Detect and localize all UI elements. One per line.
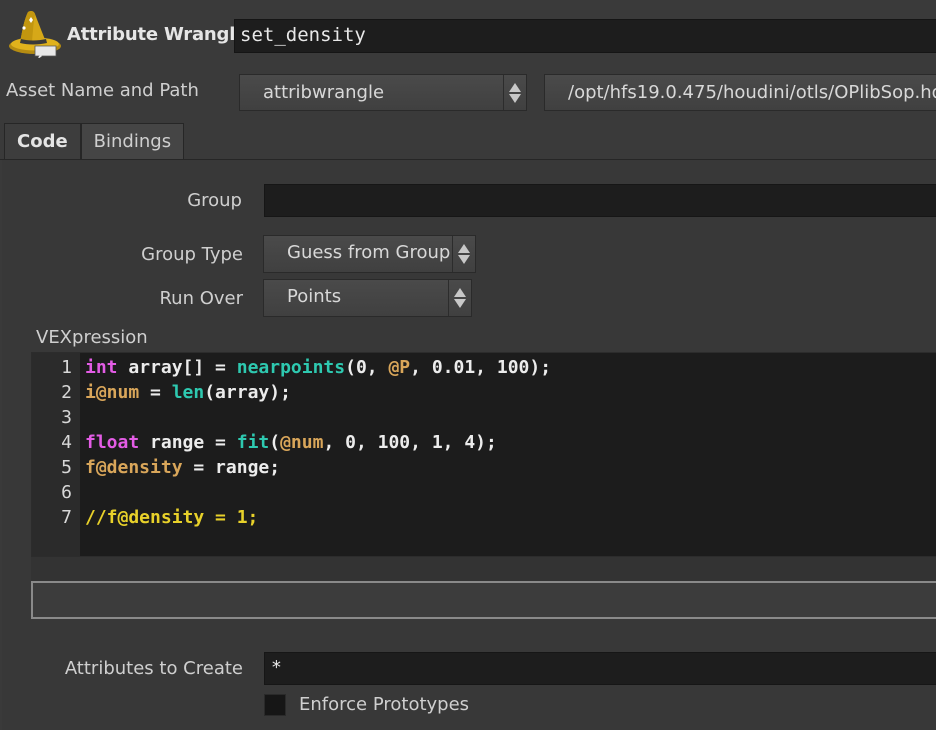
code-line[interactable]: 3 bbox=[32, 407, 932, 432]
code-token: , 0.01, 100); bbox=[410, 357, 552, 378]
up-down-arrows-icon[interactable] bbox=[503, 75, 526, 110]
group-type-value: Guess from Group bbox=[287, 242, 451, 263]
code-line[interactable]: 7 //f@density = 1; bbox=[32, 507, 932, 532]
group-label: Group bbox=[187, 190, 242, 211]
code-token: f@density bbox=[85, 457, 183, 478]
code-token: float bbox=[85, 432, 140, 453]
code-line[interactable]: 1 int array[] = nearpoints(0, @P, 0.01, 1… bbox=[32, 357, 932, 382]
node-type-label: Attribute Wrangle bbox=[67, 24, 248, 45]
code-token: = range; bbox=[182, 457, 281, 478]
code-token: = bbox=[139, 382, 172, 403]
code-token: @num bbox=[280, 432, 324, 453]
code-text: i@num = len(array); bbox=[85, 382, 291, 403]
parameter-editor: Attribute Wrangle set_density Asset Name… bbox=[0, 0, 936, 730]
code-token: //f@density = 1; bbox=[85, 507, 259, 528]
up-down-arrows-icon[interactable] bbox=[448, 280, 471, 316]
code-text: float range = fit(@num, 0, 100, 1, 4); bbox=[85, 432, 497, 453]
code-token: array[] = bbox=[117, 357, 237, 378]
code-token: , 0, 100, 1, 4); bbox=[323, 432, 497, 453]
code-line[interactable]: 2 i@num = len(array); bbox=[32, 382, 932, 407]
code-token: int bbox=[85, 357, 118, 378]
run-over-label: Run Over bbox=[159, 288, 243, 309]
line-number: 7 bbox=[61, 507, 72, 528]
enforce-prototypes-label: Enforce Prototypes bbox=[299, 694, 470, 715]
line-number: 2 bbox=[61, 382, 72, 403]
line-number: 3 bbox=[61, 407, 72, 428]
run-over-value: Points bbox=[287, 286, 342, 307]
code-editor-footer bbox=[31, 557, 936, 581]
code-token: len bbox=[171, 382, 205, 403]
tab-bar: Code Bindings bbox=[4, 123, 185, 159]
tab-bindings[interactable]: Bindings bbox=[80, 123, 185, 159]
node-header: Attribute Wrangle set_density bbox=[0, 0, 936, 70]
vex-code-editor[interactable]: 1 int array[] = nearpoints(0, @P, 0.01, 1… bbox=[31, 352, 936, 557]
code-search-field[interactable] bbox=[31, 581, 936, 619]
up-down-arrows-icon[interactable] bbox=[452, 236, 475, 272]
asset-name-path-label: Asset Name and Path bbox=[6, 80, 199, 101]
code-line[interactable]: 6 bbox=[32, 482, 932, 507]
code-token: ( bbox=[269, 432, 281, 453]
code-token: range = bbox=[139, 432, 237, 453]
line-number: 4 bbox=[61, 432, 72, 453]
vexpression-label: VEXpression bbox=[36, 327, 148, 348]
code-token: i@num bbox=[85, 382, 140, 403]
tab-code[interactable]: Code bbox=[4, 123, 81, 159]
code-line[interactable]: 4 float range = fit(@num, 0, 100, 1, 4); bbox=[32, 432, 932, 457]
group-type-dropdown[interactable]: Guess from Group bbox=[263, 235, 476, 273]
line-number: 1 bbox=[61, 357, 72, 378]
run-over-dropdown[interactable]: Points bbox=[263, 279, 472, 317]
attributes-to-create-field[interactable]: * bbox=[264, 652, 936, 685]
wizard-hat-icon[interactable] bbox=[8, 6, 64, 61]
code-token: nearpoints bbox=[236, 357, 346, 378]
code-text: //f@density = 1; bbox=[85, 507, 258, 528]
asset-path-value: /opt/hfs19.0.475/houdini/otls/OPlibSop.h… bbox=[568, 82, 936, 103]
code-token: (array); bbox=[204, 382, 291, 403]
code-token: @P bbox=[388, 357, 411, 378]
code-text: int array[] = nearpoints(0, @P, 0.01, 10… bbox=[85, 357, 551, 378]
asset-name-dropdown[interactable]: attribwrangle bbox=[239, 74, 527, 111]
code-text: f@density = range; bbox=[85, 457, 280, 478]
attributes-to-create-label: Attributes to Create bbox=[64, 658, 243, 679]
asset-path-dropdown[interactable]: /opt/hfs19.0.475/houdini/otls/OPlibSop.h… bbox=[544, 74, 936, 111]
group-field[interactable] bbox=[264, 184, 936, 217]
line-number: 6 bbox=[61, 482, 72, 503]
code-token: fit bbox=[236, 432, 270, 453]
node-name-field[interactable]: set_density bbox=[234, 19, 936, 53]
enforce-prototypes-checkbox[interactable] bbox=[264, 694, 286, 716]
line-number: 5 bbox=[61, 457, 72, 478]
code-line[interactable]: 5 f@density = range; bbox=[32, 457, 932, 482]
group-type-label: Group Type bbox=[141, 244, 243, 265]
asset-name-value: attribwrangle bbox=[263, 82, 385, 103]
code-token: (0, bbox=[345, 357, 389, 378]
